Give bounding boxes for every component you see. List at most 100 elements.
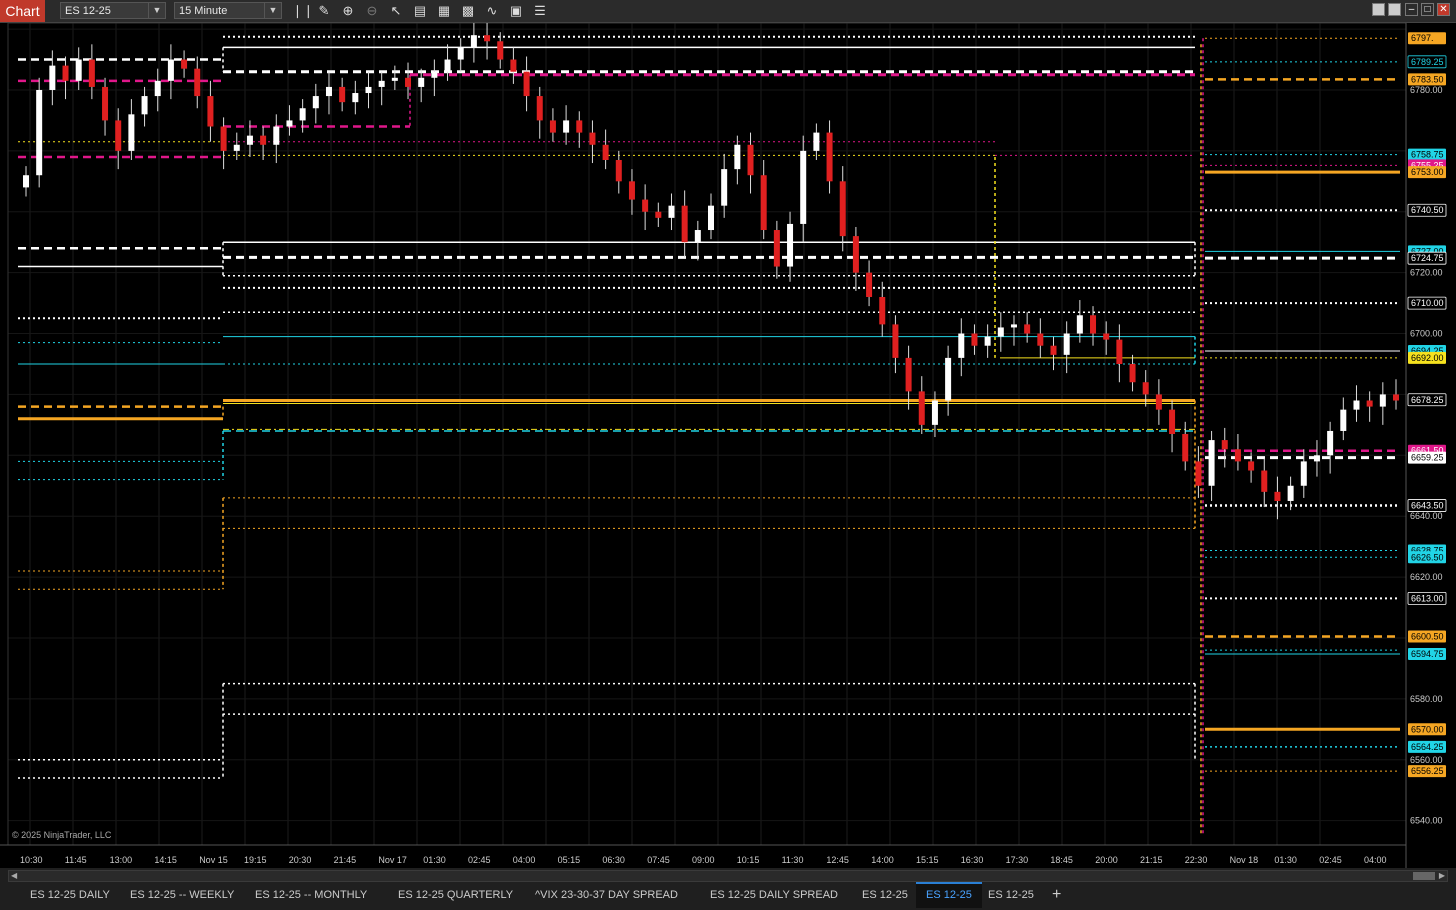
svg-text:6678.25: 6678.25 <box>1411 395 1444 405</box>
close-icon[interactable]: ✕ <box>1437 3 1450 16</box>
candle-body <box>1195 461 1202 486</box>
candle-body <box>1366 400 1373 407</box>
candle-body <box>23 175 29 188</box>
candle-body <box>1182 434 1189 462</box>
candle-body <box>1248 461 1255 471</box>
time-axis-label: 05:15 <box>558 855 581 865</box>
instrument-selector[interactable]: ES 12-25 ▼ <box>60 2 166 19</box>
bar-style-icon[interactable]: ❘❘ <box>292 3 314 19</box>
chevron-down-icon[interactable]: ▼ <box>264 3 281 18</box>
candle-body <box>62 65 69 81</box>
time-axis-label: 18:45 <box>1050 855 1073 865</box>
time-axis-label: 10:30 <box>20 855 43 865</box>
timeframe-selector[interactable]: 15 Minute ▼ <box>174 2 282 19</box>
candle-body <box>1076 315 1083 334</box>
tab-3[interactable]: ES 12-25 -- MONTHLY <box>245 882 377 908</box>
tab-4[interactable]: ES 12-25 QUARTERLY <box>388 882 523 908</box>
price-chart-panel[interactable]: 6780.00 6720.00 6700.00 6620.00 6580.00 6560.… <box>0 23 1456 868</box>
share-icon[interactable]: ▣ <box>508 3 524 19</box>
properties-icon[interactable]: ▤ <box>412 3 428 19</box>
pencil-icon[interactable]: ✎ <box>316 3 332 19</box>
maximize-icon[interactable]: □ <box>1421 3 1434 16</box>
tab-8[interactable]: ES 12-25 <box>916 882 982 908</box>
price-tag: 6594.75 <box>1408 647 1446 660</box>
candle-body <box>260 135 267 145</box>
candle-body <box>1129 363 1136 383</box>
scroll-left-icon[interactable]: ◀ <box>11 871 17 881</box>
candle-body <box>1379 394 1386 407</box>
tab-9[interactable]: ES 12-25 <box>978 882 1044 908</box>
candle-body <box>365 86 372 94</box>
add-tab-icon[interactable]: + <box>1042 882 1071 908</box>
candle-body <box>405 77 412 87</box>
candle-body <box>734 144 741 170</box>
time-axis-label: 04:00 <box>1364 855 1387 865</box>
price-tag: 6570.00 <box>1408 723 1446 736</box>
minimize-icon[interactable]: – <box>1405 3 1418 16</box>
candle-body <box>615 160 622 182</box>
app-label: Chart <box>0 0 45 22</box>
window-titlebar: Chart ES 12-25 ▼ 15 Minute ▼ ❘❘ ✎ ⊕ ⊖ ↖ … <box>0 0 1456 23</box>
pointer-icon[interactable]: ↖ <box>388 3 404 19</box>
indicators-icon[interactable]: ∿ <box>484 3 500 19</box>
svg-text:6643.50: 6643.50 <box>1411 501 1444 511</box>
tab-2[interactable]: ES 12-25 -- WEEKLY <box>120 882 244 908</box>
candle-body <box>1142 382 1149 395</box>
price-axis-label: 6780.00 <box>1410 85 1443 95</box>
tab-6[interactable]: ES 12-25 DAILY SPREAD <box>700 882 848 908</box>
candle-body <box>1300 461 1307 486</box>
price-chart[interactable]: 6780.00 6720.00 6700.00 6620.00 6580.00 6560.… <box>0 23 1456 868</box>
time-axis-label: Nov 15 <box>199 855 228 865</box>
candle-body <box>1221 440 1228 450</box>
candle-body <box>49 65 56 90</box>
price-tag: 6626.50 <box>1408 551 1446 564</box>
tab-7[interactable]: ES 12-25 <box>852 882 918 908</box>
candle-body <box>273 126 280 145</box>
time-axis-label: 11:45 <box>65 855 87 865</box>
candle-body <box>484 35 491 42</box>
tile-icon[interactable] <box>1372 3 1385 16</box>
tab-5[interactable]: ^VIX 23-30-37 DAY SPREAD <box>525 882 688 908</box>
time-axis-label: 16:30 <box>961 855 984 865</box>
chart-tabs-bar: ◀ ▶ ES 12-25 DAILY ES 12-25 -- WEEKLY ES 1… <box>0 868 1456 910</box>
tile2-icon[interactable] <box>1388 3 1401 16</box>
candle-body <box>1010 324 1017 328</box>
svg-text:6556.25: 6556.25 <box>1411 766 1444 776</box>
zoom-in-icon[interactable]: ⊕ <box>340 3 356 19</box>
candle-body <box>444 59 451 72</box>
candle-body <box>1103 333 1110 340</box>
strategies-icon[interactable]: ▩ <box>460 3 476 19</box>
candle-body <box>1340 409 1347 431</box>
scrollbar-thumb[interactable] <box>1413 872 1435 880</box>
candle-body <box>826 132 833 182</box>
candle-body <box>852 236 859 273</box>
price-tag: 6740.50 <box>1407 203 1447 217</box>
candle-body <box>905 357 912 392</box>
candle-body <box>997 327 1004 337</box>
chevron-down-icon[interactable]: ▼ <box>148 3 165 18</box>
candle-body <box>431 71 438 78</box>
candle-body <box>1261 470 1268 492</box>
price-tag: 6710.00 <box>1407 296 1447 310</box>
svg-text:6710.00: 6710.00 <box>1411 298 1444 308</box>
zoom-out-icon[interactable]: ⊖ <box>364 3 380 19</box>
candle-body <box>773 230 780 267</box>
candle-body <box>655 211 662 218</box>
candle-body <box>668 205 675 218</box>
time-axis-label: 13:00 <box>110 855 133 865</box>
candle-body <box>1090 315 1097 334</box>
candle-body <box>787 223 794 267</box>
data-box-icon[interactable]: ▦ <box>436 3 452 19</box>
scroll-right-icon[interactable]: ▶ <box>1439 871 1445 881</box>
price-tag: 6724.75 <box>1407 251 1447 265</box>
svg-text:6797.: 6797. <box>1411 33 1434 43</box>
candle-body <box>88 59 95 87</box>
horizontal-scrollbar[interactable]: ◀ ▶ <box>8 870 1448 882</box>
list-icon[interactable]: ☰ <box>532 3 548 19</box>
svg-text:6783.50: 6783.50 <box>1411 74 1444 84</box>
time-axis-label: 17:30 <box>1006 855 1029 865</box>
candle-body <box>602 144 609 160</box>
svg-text:6753.00: 6753.00 <box>1411 167 1444 177</box>
candle-body <box>1234 449 1241 462</box>
tab-1[interactable]: ES 12-25 DAILY <box>20 882 120 908</box>
